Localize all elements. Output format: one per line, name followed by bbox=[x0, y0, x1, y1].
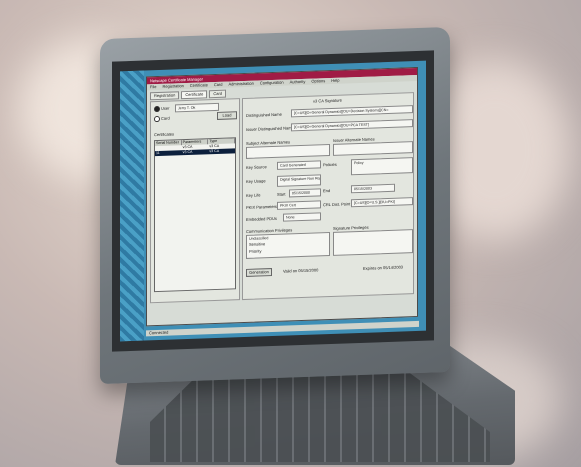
right-panel: v3 CA Signature Distinguished Name [C=US… bbox=[242, 92, 414, 301]
start-label: Start bbox=[277, 191, 286, 197]
screen: Netscape Certificate Manager File Regist… bbox=[120, 60, 426, 342]
radio-user[interactable] bbox=[154, 105, 160, 113]
issuer-alt-field[interactable] bbox=[333, 141, 413, 156]
list-cell: v3 CA bbox=[209, 148, 220, 154]
radio-user-label: User bbox=[161, 105, 170, 111]
pkix-label: PKIX Parameters bbox=[246, 203, 277, 210]
menu-options[interactable]: Options bbox=[311, 78, 325, 84]
menu-certificate[interactable]: Certificate bbox=[190, 82, 208, 89]
laptop: Netscape Certificate Manager File Regist… bbox=[0, 0, 581, 467]
generation-button[interactable]: Generation bbox=[246, 268, 272, 277]
menu-configuration[interactable]: Configuration bbox=[260, 80, 284, 87]
encoded-field[interactable]: None bbox=[283, 212, 321, 222]
key-usage-label: Key Usage bbox=[246, 178, 266, 184]
end-field[interactable]: 05/15/2003 bbox=[351, 183, 395, 194]
comm-item: Sensitive bbox=[249, 241, 266, 247]
key-life-label: Key Life bbox=[246, 192, 261, 198]
menu-authority[interactable]: Authority bbox=[290, 79, 306, 86]
policies-label: Policies bbox=[323, 161, 337, 168]
tab-registration[interactable]: Registration bbox=[150, 91, 180, 101]
pkix-field[interactable]: PKIX Cert bbox=[277, 200, 321, 210]
start-field[interactable]: 05/15/2000 bbox=[289, 188, 321, 198]
desktop-pattern bbox=[120, 70, 144, 342]
left-panel: User Jerry T. Ok Card Load Certificates … bbox=[150, 98, 240, 304]
crl-label: CRL Dist. Point bbox=[323, 201, 351, 208]
crl-field[interactable]: [C=US][O=U.S.][OU=PKI] bbox=[351, 197, 413, 208]
valid-text: Valid on 05/15/2000 bbox=[283, 267, 319, 274]
menu-card[interactable]: Card bbox=[214, 82, 223, 88]
dn-label: Distinguished Name bbox=[246, 111, 282, 118]
menu-administration[interactable]: Administration bbox=[228, 81, 253, 88]
policy-field[interactable]: Policy bbox=[351, 157, 413, 176]
issuer-label: Issuer Distinguished Name bbox=[246, 125, 294, 132]
key-source-field[interactable]: Card Generated bbox=[277, 160, 321, 170]
menu-file[interactable]: File bbox=[150, 84, 156, 90]
menu-registration[interactable]: Registration bbox=[162, 83, 183, 90]
tab-certificate[interactable]: Certificate bbox=[181, 90, 208, 100]
key-source-label: Key Source bbox=[246, 164, 267, 170]
end-label: End bbox=[323, 188, 331, 194]
menu-help[interactable]: Help bbox=[331, 78, 339, 84]
load-button[interactable]: Load bbox=[217, 111, 237, 120]
app-window: Netscape Certificate Manager File Regist… bbox=[146, 66, 418, 327]
certificates-title: Certificates bbox=[154, 131, 175, 138]
certificate-list: Serial Number Parameters Type v3 CA v3 C… bbox=[154, 137, 236, 293]
user-field[interactable]: Jerry T. Ok bbox=[175, 102, 219, 113]
expires-text: Expires on 05/14/2003 bbox=[363, 264, 404, 271]
list-cell: 11 bbox=[156, 150, 160, 156]
radio-card-label: Card bbox=[161, 115, 170, 121]
subject-alt-field[interactable] bbox=[246, 144, 330, 159]
tab-card[interactable]: Card bbox=[209, 89, 227, 99]
panel-header: v3 CA Signature bbox=[313, 97, 342, 104]
list-cell: v3 CA bbox=[182, 149, 193, 155]
comm-item: Priority bbox=[249, 248, 262, 254]
encoded-label: Embedded PDUs bbox=[246, 215, 277, 222]
dn-field[interactable]: [C=US][O=General Dynamics][OU=Decision S… bbox=[291, 105, 413, 118]
issuer-field[interactable]: [C=US][O=General Dynamics][OU=PCA TEST] bbox=[291, 119, 413, 132]
sig-list[interactable] bbox=[333, 229, 413, 256]
status-text: Connected bbox=[149, 329, 169, 336]
key-usage-field[interactable]: Digital Signature Non Repudiation bbox=[277, 174, 321, 187]
radio-card[interactable] bbox=[154, 115, 160, 123]
